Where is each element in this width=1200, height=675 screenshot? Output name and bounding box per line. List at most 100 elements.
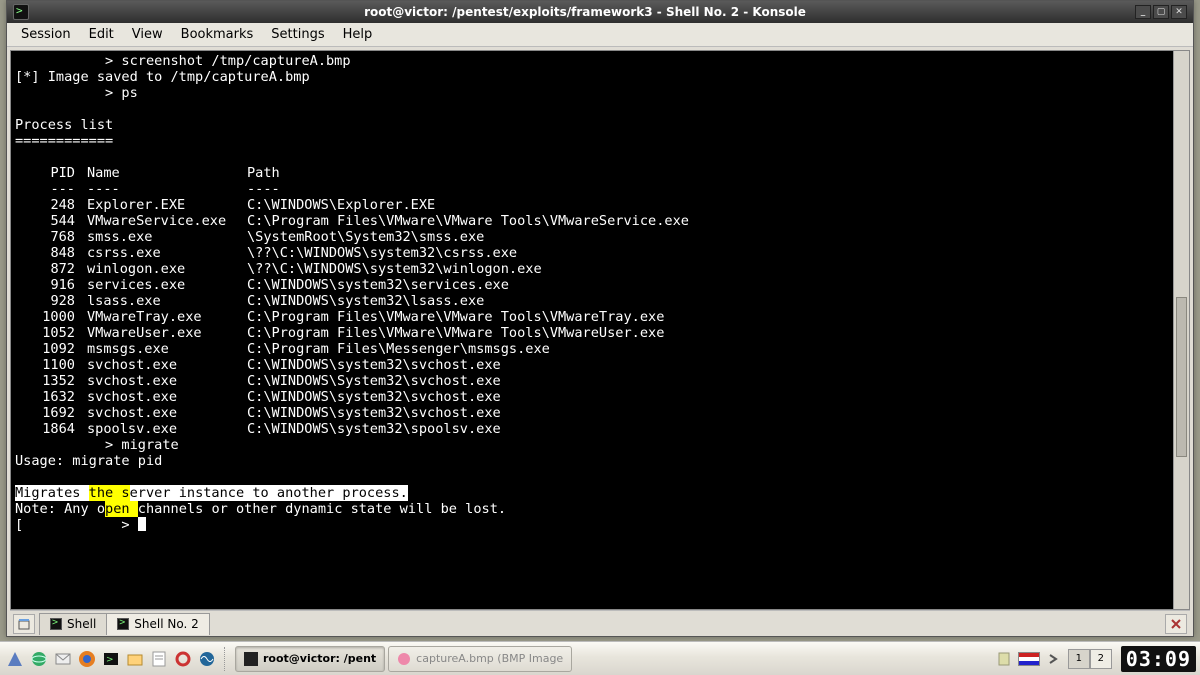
pid: 1864 — [15, 421, 87, 437]
mail-icon[interactable] — [52, 648, 74, 670]
proc-path: C:\WINDOWS\system32\svchost.exe — [247, 357, 1185, 373]
keyboard-layout-indicator[interactable] — [1018, 652, 1040, 666]
menu-edit[interactable]: Edit — [81, 24, 122, 45]
process-header: PIDNamePath — [15, 165, 1185, 181]
tab-shell[interactable]: Shell — [39, 613, 107, 635]
proc-name: svchost.exe — [87, 373, 247, 389]
proc-path: C:\Program Files\VMware\VMware Tools\VMw… — [247, 309, 1185, 325]
process-row: 1864spoolsv.exeC:\WINDOWS\system32\spool… — [15, 421, 1185, 437]
pid: 916 — [15, 277, 87, 293]
pid: 928 — [15, 293, 87, 309]
proc-name: VMwareTray.exe — [87, 309, 247, 325]
desktop: root@victor: /pentest/exploits/framework… — [0, 0, 1200, 675]
proc-path: C:\WINDOWS\system32\lsass.exe — [247, 293, 1185, 309]
pid: 1632 — [15, 389, 87, 405]
proc-name: services.exe — [87, 277, 247, 293]
proc-path: C:\WINDOWS\system32\svchost.exe — [247, 405, 1185, 421]
pager-desktop-1[interactable]: 1 — [1068, 649, 1090, 669]
pid: 1052 — [15, 325, 87, 341]
task-konsole[interactable]: root@victor: /pent — [235, 646, 385, 672]
tray-arrow-icon[interactable] — [1043, 648, 1065, 670]
tab-shell-2[interactable]: Shell No. 2 — [106, 613, 209, 635]
places-icon[interactable] — [124, 648, 146, 670]
menu-settings[interactable]: Settings — [263, 24, 332, 45]
proc-path: C:\WINDOWS\system32\services.exe — [247, 277, 1185, 293]
tool-icon[interactable] — [172, 648, 194, 670]
svg-text:>: > — [106, 655, 114, 665]
proc-name: VMwareService.exe — [87, 213, 247, 229]
editor-icon[interactable] — [148, 648, 170, 670]
proc-path: \SystemRoot\System32\smss.exe — [247, 229, 1185, 245]
redacted-prompt — [15, 437, 97, 453]
titlebar[interactable]: root@victor: /pentest/exploits/framework… — [7, 1, 1193, 23]
redacted-prompt — [15, 85, 97, 101]
process-row: 768smss.exe\SystemRoot\System32\smss.exe — [15, 229, 1185, 245]
redacted-prompt — [31, 517, 113, 533]
terminal-icon — [244, 652, 258, 666]
pid: 1352 — [15, 373, 87, 389]
terminal-output: > screenshot /tmp/captureA.bmp [*] Image… — [15, 53, 1185, 149]
proc-path: C:\WINDOWS\system32\svchost.exe — [247, 389, 1185, 405]
proc-path: C:\WINDOWS\System32\svchost.exe — [247, 373, 1185, 389]
pid: 1000 — [15, 309, 87, 325]
wireshark-icon[interactable] — [196, 648, 218, 670]
clock[interactable]: 03:09 — [1121, 646, 1196, 672]
terminal[interactable]: > screenshot /tmp/captureA.bmp [*] Image… — [10, 50, 1190, 610]
menu-help[interactable]: Help — [335, 24, 381, 45]
process-header-rule: ----------- — [15, 181, 1185, 197]
tab-bar: Shell Shell No. 2 — [10, 610, 1190, 636]
process-row: 916services.exeC:\WINDOWS\system32\servi… — [15, 277, 1185, 293]
tray-klipper-icon[interactable] — [993, 648, 1015, 670]
pager-desktop-2[interactable]: 2 — [1090, 649, 1112, 669]
proc-name: csrss.exe — [87, 245, 247, 261]
pid: 768 — [15, 229, 87, 245]
tab-label: Shell — [67, 617, 96, 631]
konsole-window: root@victor: /pentest/exploits/framework… — [6, 0, 1194, 637]
globe-icon[interactable] — [28, 648, 50, 670]
menu-bookmarks[interactable]: Bookmarks — [173, 24, 262, 45]
menu-view[interactable]: View — [124, 24, 171, 45]
task-image-viewer[interactable]: captureA.bmp (BMP Image — [388, 646, 572, 672]
scrollbar-vertical[interactable] — [1173, 51, 1189, 609]
close-tab-button[interactable] — [1165, 614, 1187, 634]
system-tray: 1 2 03:09 — [993, 646, 1196, 672]
firefox-icon[interactable] — [76, 648, 98, 670]
process-list: 248Explorer.EXEC:\WINDOWS\Explorer.EXE54… — [15, 197, 1185, 437]
process-row: 1632svchost.exeC:\WINDOWS\system32\svcho… — [15, 389, 1185, 405]
pid: 248 — [15, 197, 87, 213]
proc-path: C:\WINDOWS\Explorer.EXE — [247, 197, 1185, 213]
app-icon — [13, 4, 29, 20]
separator — [224, 647, 229, 671]
pid: 544 — [15, 213, 87, 229]
highlighted-line: Migrates — [15, 485, 89, 501]
terminal-output-2: > migrate Usage: migrate pid Migrates th… — [15, 437, 1185, 533]
pid: 848 — [15, 245, 87, 261]
scrollbar-thumb[interactable] — [1176, 297, 1187, 457]
close-button[interactable]: ✕ — [1171, 5, 1187, 19]
close-icon — [1171, 619, 1181, 629]
proc-name: svchost.exe — [87, 389, 247, 405]
desktop-pager: 1 2 — [1068, 649, 1112, 669]
process-row: 1000VMwareTray.exeC:\Program Files\VMwar… — [15, 309, 1185, 325]
process-row: 544VMwareService.exeC:\Program Files\VMw… — [15, 213, 1185, 229]
process-row: 1052VMwareUser.exeC:\Program Files\VMwar… — [15, 325, 1185, 341]
proc-name: svchost.exe — [87, 405, 247, 421]
new-tab-button[interactable] — [13, 614, 35, 634]
terminal-container: > screenshot /tmp/captureA.bmp [*] Image… — [7, 47, 1193, 636]
terminal-icon — [50, 618, 62, 630]
tab-label: Shell No. 2 — [134, 617, 198, 631]
kmenu-icon[interactable] — [4, 648, 26, 670]
proc-name: msmsgs.exe — [87, 341, 247, 357]
proc-name: winlogon.exe — [87, 261, 247, 277]
maximize-button[interactable]: ▢ — [1153, 5, 1169, 19]
window-title: root@victor: /pentest/exploits/framework… — [35, 5, 1135, 19]
terminal-icon — [117, 618, 129, 630]
proc-name: Explorer.EXE — [87, 197, 247, 213]
minimize-button[interactable]: _ — [1135, 5, 1151, 19]
process-row: 872winlogon.exe\??\C:\WINDOWS\system32\w… — [15, 261, 1185, 277]
pid: 872 — [15, 261, 87, 277]
terminal-icon[interactable]: > — [100, 648, 122, 670]
menubar: Session Edit View Bookmarks Settings Hel… — [7, 23, 1193, 47]
process-row: 248Explorer.EXEC:\WINDOWS\Explorer.EXE — [15, 197, 1185, 213]
menu-session[interactable]: Session — [13, 24, 79, 45]
